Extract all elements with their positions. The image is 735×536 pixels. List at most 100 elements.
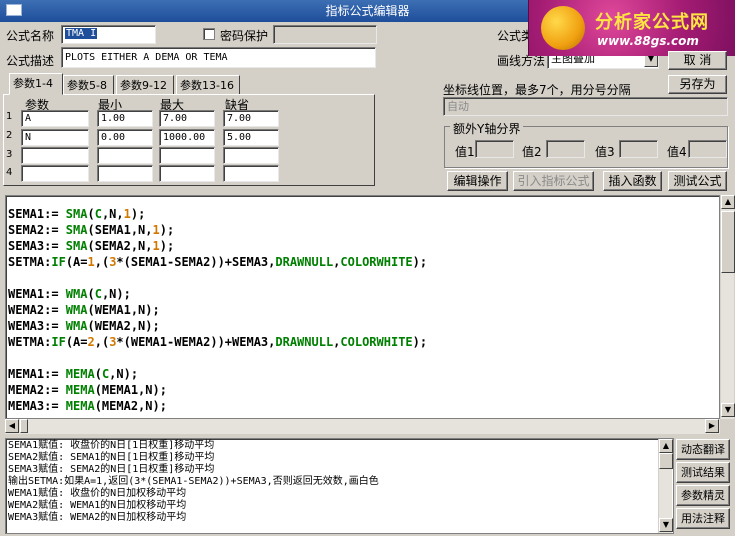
code-function-token: WMA <box>65 287 88 301</box>
code-number-token: 1 <box>152 223 160 237</box>
param-max-input[interactable]: 7.00 <box>159 110 215 127</box>
scroll-up-icon[interactable]: ▲ <box>721 195 735 209</box>
axis-position-input[interactable]: 自动 <box>443 97 728 116</box>
cancel-button[interactable]: 取 消 <box>668 51 727 70</box>
code-line[interactable]: MEMA2:= MEMA(MEMA1,N); <box>8 382 719 398</box>
param-name-input[interactable] <box>21 165 89 182</box>
param-default-input[interactable]: 5.00 <box>223 129 279 146</box>
edit-operations-button[interactable]: 编辑操作 <box>447 171 508 191</box>
code-function-token: C <box>94 287 102 301</box>
code-text-token: ( <box>87 287 95 301</box>
formula-code-editor[interactable]: SEMA1:= SMA(C,N,1); SEMA2:= SMA(SEMA1,N,1… <box>5 195 720 419</box>
code-function-token: MEMA <box>65 399 95 413</box>
formula-desc-input[interactable]: PLOTS EITHER A DEMA OR TEMA <box>61 47 376 68</box>
param-name-input[interactable]: A <box>21 110 89 127</box>
param-min-input[interactable]: 1.00 <box>97 110 153 127</box>
formula-name-input[interactable]: TMA I <box>61 25 156 44</box>
code-text-token: ); <box>412 335 428 349</box>
password-input[interactable] <box>273 25 377 44</box>
code-line[interactable]: SEMA2:= SMA(SEMA1,N,1); <box>8 222 719 238</box>
code-line[interactable] <box>8 270 719 286</box>
code-text-token: (WEMA1,N); <box>87 303 160 317</box>
password-checkbox[interactable] <box>203 28 215 40</box>
code-function-token: C <box>94 207 102 221</box>
logo-globe-icon <box>541 6 585 50</box>
tab-params-13-16[interactable]: 参数13-16 <box>176 75 240 95</box>
test-result-button[interactable]: 测试结果 <box>676 462 730 483</box>
usage-notes-button[interactable]: 用法注释 <box>676 508 730 529</box>
scroll-right-icon[interactable]: ▶ <box>705 419 719 433</box>
notes-vertical-scrollbar[interactable]: ▲ ▼ <box>658 439 673 533</box>
code-line[interactable]: MEMA3:= MEMA(MEMA2,N); <box>8 398 719 414</box>
insert-function-button[interactable]: 插入函数 <box>603 171 662 191</box>
code-function-token: COLORWHITE <box>340 255 413 269</box>
code-text-token: MEMA2:= <box>8 383 66 397</box>
code-line[interactable]: WEMA1:= WMA(C,N); <box>8 286 719 302</box>
save-as-button[interactable]: 另存为 <box>668 75 727 94</box>
y-value-1-input[interactable] <box>475 140 514 158</box>
code-text-token: SEMA2:= <box>8 223 66 237</box>
scroll-thumb[interactable] <box>721 211 735 273</box>
code-vertical-scrollbar[interactable]: ▲ ▼ <box>720 195 735 419</box>
import-indicator-button[interactable]: 引入指标公式 <box>513 171 594 191</box>
code-line[interactable]: WETMA:IF(A=2,(3*(WEMA1-WEMA2))+WEMA3,DRA… <box>8 334 719 350</box>
y-value-2-input[interactable] <box>546 140 585 158</box>
code-text-token: (MEMA2,N); <box>94 399 167 413</box>
code-line[interactable]: SETMA:IF(A=1,(3*(SEMA1-SEMA2))+SEMA3,DRA… <box>8 254 719 270</box>
code-line[interactable]: SEMA1:= SMA(C,N,1); <box>8 206 719 222</box>
code-number-token: 1 <box>123 207 131 221</box>
param-max-input[interactable]: 1000.00 <box>159 129 215 146</box>
param-row-index: 4 <box>6 167 13 178</box>
code-text-token: (MEMA1,N); <box>94 383 167 397</box>
scroll-thumb[interactable] <box>659 453 673 469</box>
param-min-input[interactable] <box>97 165 153 182</box>
code-text-token: ,N); <box>101 287 131 301</box>
code-function-token: SMA <box>65 207 88 221</box>
code-function-token: SMA <box>65 223 88 237</box>
param-default-input[interactable] <box>223 147 279 164</box>
param-max-input[interactable] <box>159 165 215 182</box>
code-line[interactable]: MEMA1:= MEMA(C,N); <box>8 366 719 382</box>
code-line[interactable]: WEMA2:= WMA(WEMA1,N); <box>8 302 719 318</box>
y-value-4-input[interactable] <box>688 140 727 158</box>
code-number-token: 1 <box>87 255 95 269</box>
code-text-token: SETMA: <box>8 255 52 269</box>
code-line[interactable] <box>8 350 719 366</box>
scroll-down-icon[interactable]: ▼ <box>659 518 673 532</box>
tab-params-9-12[interactable]: 参数9-12 <box>116 75 174 95</box>
param-name-input[interactable] <box>21 147 89 164</box>
code-function-token: WMA <box>65 303 88 317</box>
scroll-up-icon[interactable]: ▲ <box>659 439 673 453</box>
param-default-input[interactable]: 7.00 <box>223 110 279 127</box>
system-menu-icon[interactable] <box>6 4 22 16</box>
extra-y-axis-group-label: 额外Y轴分界 <box>450 120 524 137</box>
code-line[interactable]: SEMA3:= SMA(SEMA2,N,1); <box>8 238 719 254</box>
code-text-token: ( <box>94 367 102 381</box>
code-text-token: WEMA2:= <box>8 303 66 317</box>
tab-params-5-8[interactable]: 参数5-8 <box>63 75 114 95</box>
param-name-input[interactable]: N <box>21 129 89 146</box>
code-function-token: IF <box>51 255 66 269</box>
param-min-input[interactable] <box>97 147 153 164</box>
y-value-2-label: 值2 <box>522 145 542 159</box>
param-min-input[interactable]: 0.00 <box>97 129 153 146</box>
param-max-input[interactable] <box>159 147 215 164</box>
code-line[interactable]: WEMA3:= WMA(WEMA2,N); <box>8 318 719 334</box>
formula-name-label: 公式名称 <box>6 29 55 43</box>
scroll-left-icon[interactable]: ◀ <box>5 419 19 433</box>
code-text-token: (WEMA2,N); <box>87 319 160 333</box>
code-text-token: ,N); <box>109 367 139 381</box>
code-function-token: DRAWNULL <box>275 255 334 269</box>
code-text-token: (SEMA1,N, <box>87 223 153 237</box>
y-value-3-input[interactable] <box>619 140 658 158</box>
tab-params-1-4[interactable]: 参数1-4 <box>9 73 63 95</box>
y-value-4-label: 值4 <box>667 145 687 159</box>
dynamic-translate-button[interactable]: 动态翻译 <box>676 439 730 460</box>
code-text-token: ,( <box>94 335 110 349</box>
param-default-input[interactable] <box>223 165 279 182</box>
code-horizontal-scrollbar[interactable]: ◀ ▶ <box>5 419 720 434</box>
test-formula-button[interactable]: 测试公式 <box>668 171 727 191</box>
hscroll-thumb[interactable] <box>20 419 28 433</box>
scroll-down-icon[interactable]: ▼ <box>721 403 735 417</box>
param-tune-button[interactable]: 参数精灵 <box>676 485 730 506</box>
